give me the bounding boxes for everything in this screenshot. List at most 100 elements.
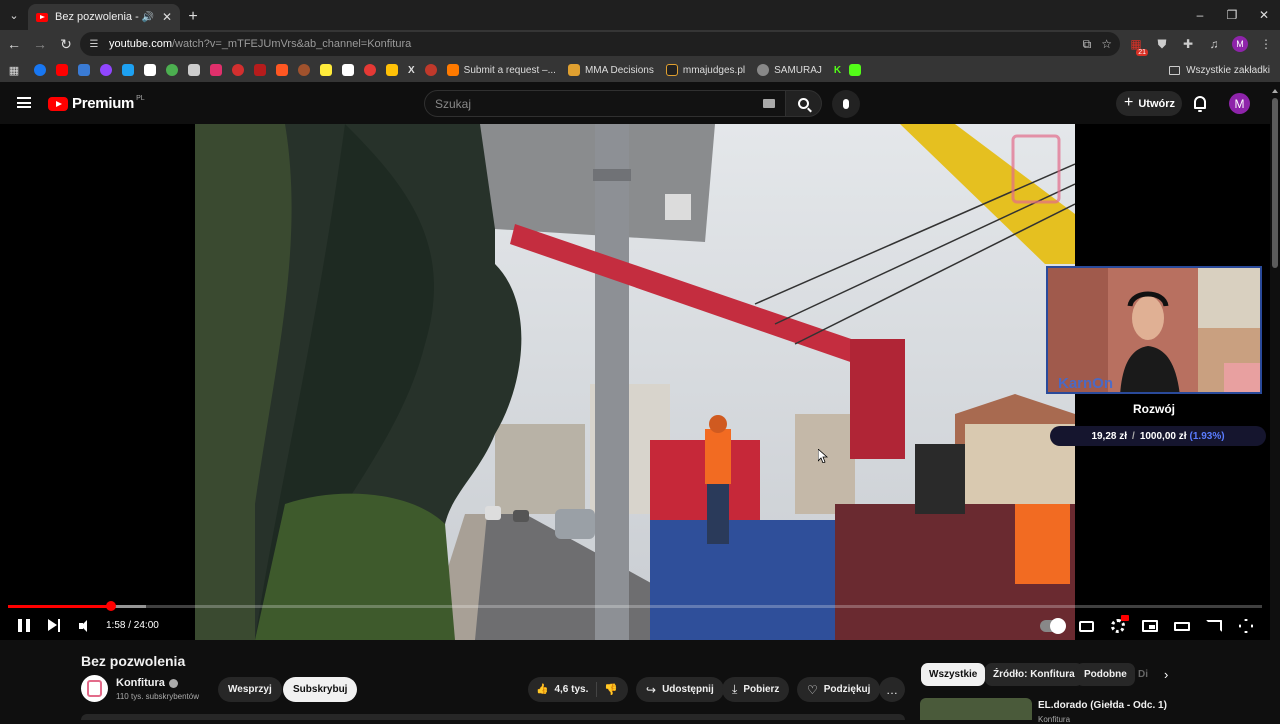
support-button[interactable]: Wesprzyj [218,677,282,702]
apps-grid-icon[interactable]: ▦ [8,64,20,77]
bookmark-favicon-icon[interactable] [232,64,244,76]
channel-name[interactable]: Konfitura [116,677,178,689]
new-tab-button[interactable]: + [180,4,206,30]
bookmark-favicon-icon[interactable] [298,64,310,76]
logo-text: Premium [72,95,135,112]
subscriber-count: 110 tys. subskrybentów [116,692,200,701]
bookmark-favicon-icon[interactable] [254,64,266,76]
notifications-bell-icon[interactable] [1194,96,1206,112]
video-player[interactable]: KarnOn Rozwój 19,28 zł / 1000,00 zł (1.9… [0,124,1270,640]
bookmark-mma-decisions[interactable]: MMA Decisions [567,64,654,76]
profile-avatar[interactable]: M [1232,36,1248,52]
search-input[interactable]: Szukaj [424,90,786,117]
bookmark-favicon-icon[interactable] [166,64,178,76]
donation-goal-title: Rozwój [1133,402,1175,416]
volume-icon[interactable] [79,620,91,632]
scrubber-handle[interactable] [106,601,117,611]
bookmark-helmet-icon[interactable] [424,64,437,76]
scroll-up-arrow-icon[interactable] [1272,89,1278,93]
bookmark-favicon-icon[interactable] [122,64,134,76]
next-video-icon[interactable] [48,619,60,632]
forward-button[interactable]: → [28,32,52,56]
bookmark-favicon-icon[interactable] [34,64,46,76]
dislike-button[interactable]: 👎 [604,683,618,696]
bookmark-x[interactable]: X [408,65,415,76]
bookmark-favicon-icon[interactable] [144,64,156,76]
video-progress-bar[interactable] [8,601,1262,611]
bookmark-favicon-icon[interactable] [276,64,288,76]
theater-mode-icon[interactable] [1174,618,1190,634]
bookmark-refresh-icon[interactable] [849,64,862,76]
bookmark-favicon-icon[interactable] [386,64,398,76]
video-frame[interactable] [195,124,1075,640]
address-bar[interactable]: ☰ youtube.com/watch?v=_mTFEJUmVrs&ab_cha… [80,32,1120,56]
restore-icon[interactable]: ❐ [1216,0,1248,30]
voice-search-button[interactable] [832,90,860,118]
calendar-extension-icon[interactable]: ▦ 21 [1128,36,1148,56]
more-actions-button[interactable]: … [879,677,905,702]
chip-from-channel[interactable]: Źródło: Konfitura [985,663,1083,686]
chip-all[interactable]: Wszystkie [921,663,986,686]
keyboard-icon[interactable] [763,99,775,108]
page-scrollbar[interactable] [1270,86,1280,720]
youtube-premium-logo[interactable]: Premium PL [48,95,145,112]
hamburger-menu-icon[interactable] [17,97,31,108]
bookmark-samuraj[interactable]: SAMURAJ [757,64,822,76]
chip-related[interactable]: Podobne [1076,663,1135,686]
all-bookmarks[interactable]: Wszystkie zakładki [1169,58,1270,82]
scrollbar-thumb[interactable] [1272,98,1278,268]
autoplay-toggle[interactable] [1040,618,1066,634]
video-info-section: Bez pozwolenia Konfitura 110 tys. subskr… [0,640,1270,724]
chip-partial[interactable]: Di [1134,663,1152,686]
bookmark-favicon-icon[interactable] [320,64,332,76]
bookmark-favicon-icon[interactable] [100,64,112,76]
tab-search-chevron-icon[interactable]: ⌄ [0,0,28,30]
bookmark-mmajudges[interactable]: mmajudges.pl [665,64,746,76]
thumbs-up-icon: 👍 [536,684,549,695]
description-box[interactable] [81,714,905,720]
minimize-icon[interactable]: – [1184,0,1216,30]
create-label: Utwórz [1138,97,1176,110]
back-button[interactable]: ← [2,32,26,56]
recommendation-title[interactable]: EL.dorado (Giełda - Odc. 1) [1038,700,1167,711]
miniplayer-icon[interactable] [1142,618,1158,634]
share-label: Udostępnij [662,684,714,695]
subtitles-icon[interactable] [1078,618,1094,634]
bookmark-k[interactable]: K [834,65,841,76]
bookmark-submit-request[interactable]: Submit a request –... [446,64,556,76]
bookmark-favicon-icon[interactable] [342,64,354,76]
site-info-icon[interactable]: ☰ [88,38,100,50]
bookmark-favicon-icon[interactable] [56,64,68,76]
cast-icon[interactable] [1206,618,1222,634]
media-control-icon[interactable]: ♫ [1206,36,1222,52]
user-avatar[interactable]: M [1229,93,1250,114]
browser-menu-icon[interactable]: ⋮ [1258,36,1274,52]
bookmark-favicon-icon[interactable] [364,64,376,76]
tab-audio-icon[interactable]: 🔊 [141,12,153,23]
reload-button[interactable]: ↻ [54,32,78,56]
share-button[interactable]: ↪ Udostępnij [636,677,724,702]
channel-avatar[interactable] [81,675,108,702]
fullscreen-icon[interactable] [1238,618,1254,634]
install-app-icon[interactable]: ⧉ [1083,37,1092,52]
bookmark-favicon-icon[interactable] [78,64,90,76]
settings-gear-icon[interactable] [1110,615,1129,634]
recommendation-thumbnail[interactable] [920,698,1032,720]
thanks-button[interactable]: ♡ Podziękuj [797,677,881,702]
like-button[interactable]: 👍 4,6 tys. [536,677,588,702]
chips-next-arrow-icon[interactable]: › [1164,667,1168,682]
shield-extension-icon[interactable]: ⛊ [1154,36,1170,52]
bookmark-favicon-icon[interactable] [210,64,222,76]
search-button[interactable] [786,90,822,117]
download-button[interactable]: ⤓ Pobierz [722,677,790,702]
browser-tab-active[interactable]: Bez pozwolenia - YouTube 🔊 ✕ [28,4,180,30]
tab-close-icon[interactable]: ✕ [162,10,172,24]
bookmark-star-icon[interactable]: ☆ [1101,37,1112,51]
subscribe-button[interactable]: Subskrybuj [283,677,358,702]
bookmark-label: mmajudges.pl [682,64,746,76]
create-button[interactable]: + Utwórz [1116,91,1182,116]
puzzle-extensions-icon[interactable]: ✚ [1180,36,1196,52]
bookmark-favicon-icon[interactable] [188,64,200,76]
pause-icon[interactable] [18,619,30,632]
window-close-icon[interactable]: ✕ [1248,0,1280,30]
